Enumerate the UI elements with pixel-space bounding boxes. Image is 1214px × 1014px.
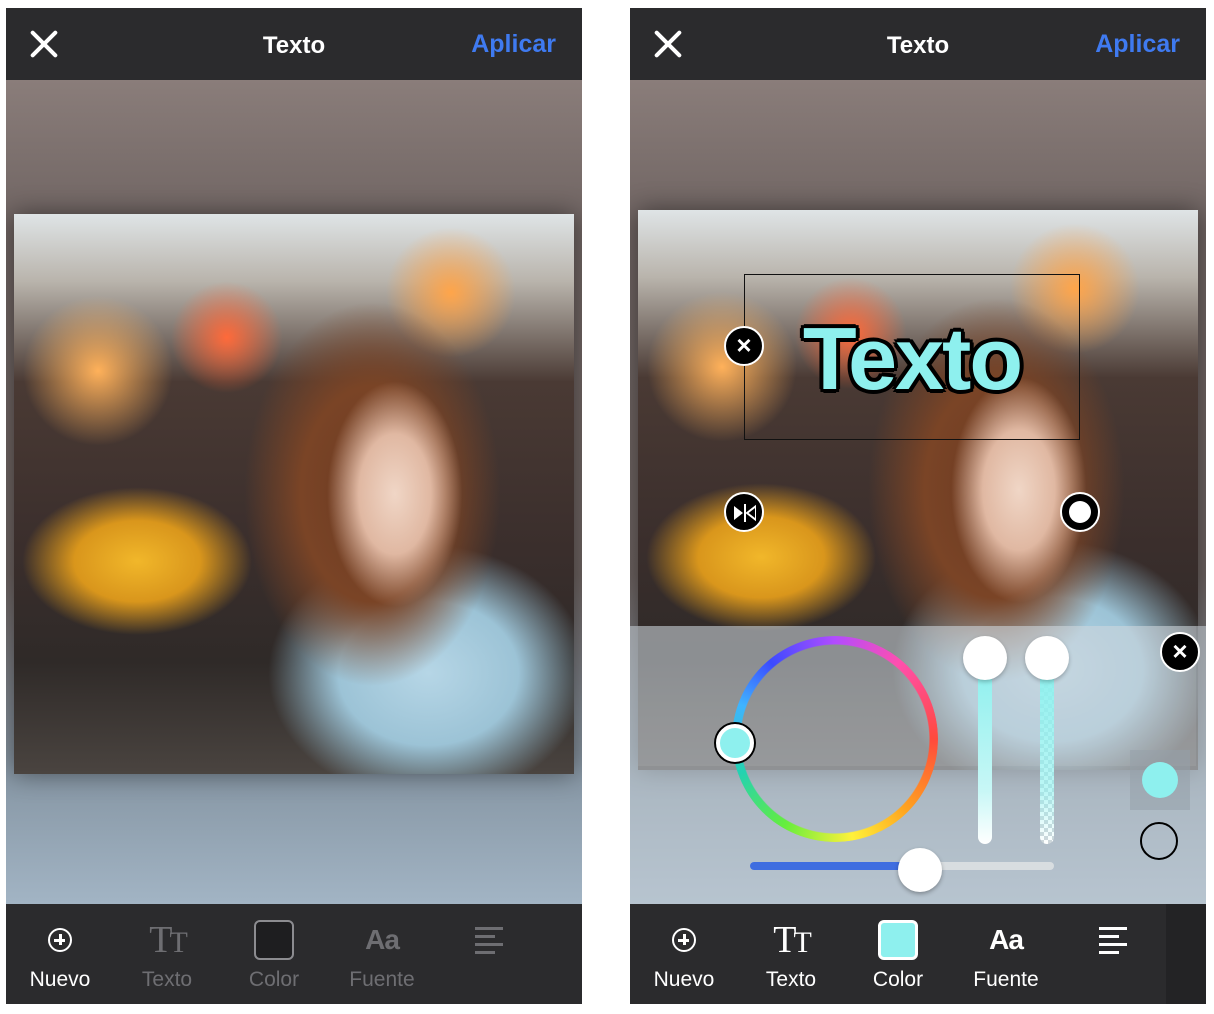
- text-size-icon: TT: [773, 919, 812, 961]
- bottom-toolbar: Nuevo TT Texto Color Aa Fuente: [630, 904, 1206, 1004]
- stroke-mode-button[interactable]: [1140, 822, 1178, 860]
- canvas-area[interactable]: [6, 80, 582, 904]
- toolbar-edge: [1166, 904, 1206, 1004]
- tool-color[interactable]: Color: [220, 904, 328, 1004]
- size-slider-fill: [750, 862, 906, 870]
- tool-label: Nuevo: [29, 968, 91, 991]
- align-left-icon: [1099, 927, 1127, 954]
- tool-color[interactable]: Color: [844, 904, 952, 1004]
- tool-texto[interactable]: TT Texto: [113, 904, 221, 1004]
- tool-label: Texto: [765, 968, 817, 991]
- resize-handle-icon[interactable]: [1060, 492, 1100, 532]
- close-panel-icon[interactable]: ×: [1160, 632, 1200, 672]
- tool-nuevo[interactable]: Nuevo: [630, 904, 738, 1004]
- editor-screen-right: Texto Aplicar Texto × × Nuevo TT Texto C…: [630, 8, 1206, 1004]
- tool-label: Fuente: [973, 968, 1039, 991]
- hue-wheel[interactable]: [732, 636, 938, 842]
- size-slider-knob[interactable]: [898, 848, 942, 892]
- add-circle-icon: [48, 928, 72, 952]
- apply-button[interactable]: Aplicar: [471, 30, 556, 59]
- font-icon: Aa: [989, 924, 1024, 955]
- tool-label: Color: [248, 968, 300, 991]
- color-picker-panel: ×: [630, 626, 1206, 904]
- tool-align[interactable]: [435, 904, 543, 1004]
- photo-canvas[interactable]: [14, 214, 574, 774]
- bottom-toolbar: Nuevo TT Texto Color Aa Fuente: [6, 904, 582, 1004]
- text-size-icon: TT: [149, 919, 188, 961]
- opacity-knob[interactable]: [1025, 636, 1069, 680]
- apply-button[interactable]: Aplicar: [1095, 30, 1180, 59]
- tool-label: Texto: [141, 968, 193, 991]
- top-bar: Texto Aplicar: [6, 8, 582, 80]
- tool-fuente[interactable]: Aa Fuente: [328, 904, 436, 1004]
- tool-fuente[interactable]: Aa Fuente: [952, 904, 1060, 1004]
- flip-icon[interactable]: [724, 492, 764, 532]
- add-circle-icon: [672, 928, 696, 952]
- align-left-icon: [475, 927, 503, 954]
- delete-text-icon[interactable]: ×: [724, 326, 764, 366]
- brightness-slider[interactable]: [978, 668, 992, 844]
- tool-label: Fuente: [349, 968, 415, 991]
- top-bar: Texto Aplicar: [630, 8, 1206, 80]
- editor-screen-left: Texto Aplicar Nuevo TT Texto Color Aa Fu…: [6, 8, 582, 1004]
- tool-align[interactable]: [1059, 904, 1167, 1004]
- tool-label: Color: [872, 968, 924, 991]
- brightness-knob[interactable]: [963, 636, 1007, 680]
- hue-knob[interactable]: [716, 724, 754, 762]
- tool-label: Nuevo: [653, 968, 715, 991]
- opacity-slider[interactable]: [1040, 668, 1054, 844]
- color-swatch-icon: [254, 920, 294, 960]
- tool-nuevo[interactable]: Nuevo: [6, 904, 114, 1004]
- tool-texto[interactable]: TT Texto: [737, 904, 845, 1004]
- text-layer[interactable]: Texto: [742, 308, 1082, 410]
- fill-mode-button[interactable]: [1130, 750, 1190, 810]
- font-icon: Aa: [365, 924, 400, 955]
- color-swatch-icon: [878, 920, 918, 960]
